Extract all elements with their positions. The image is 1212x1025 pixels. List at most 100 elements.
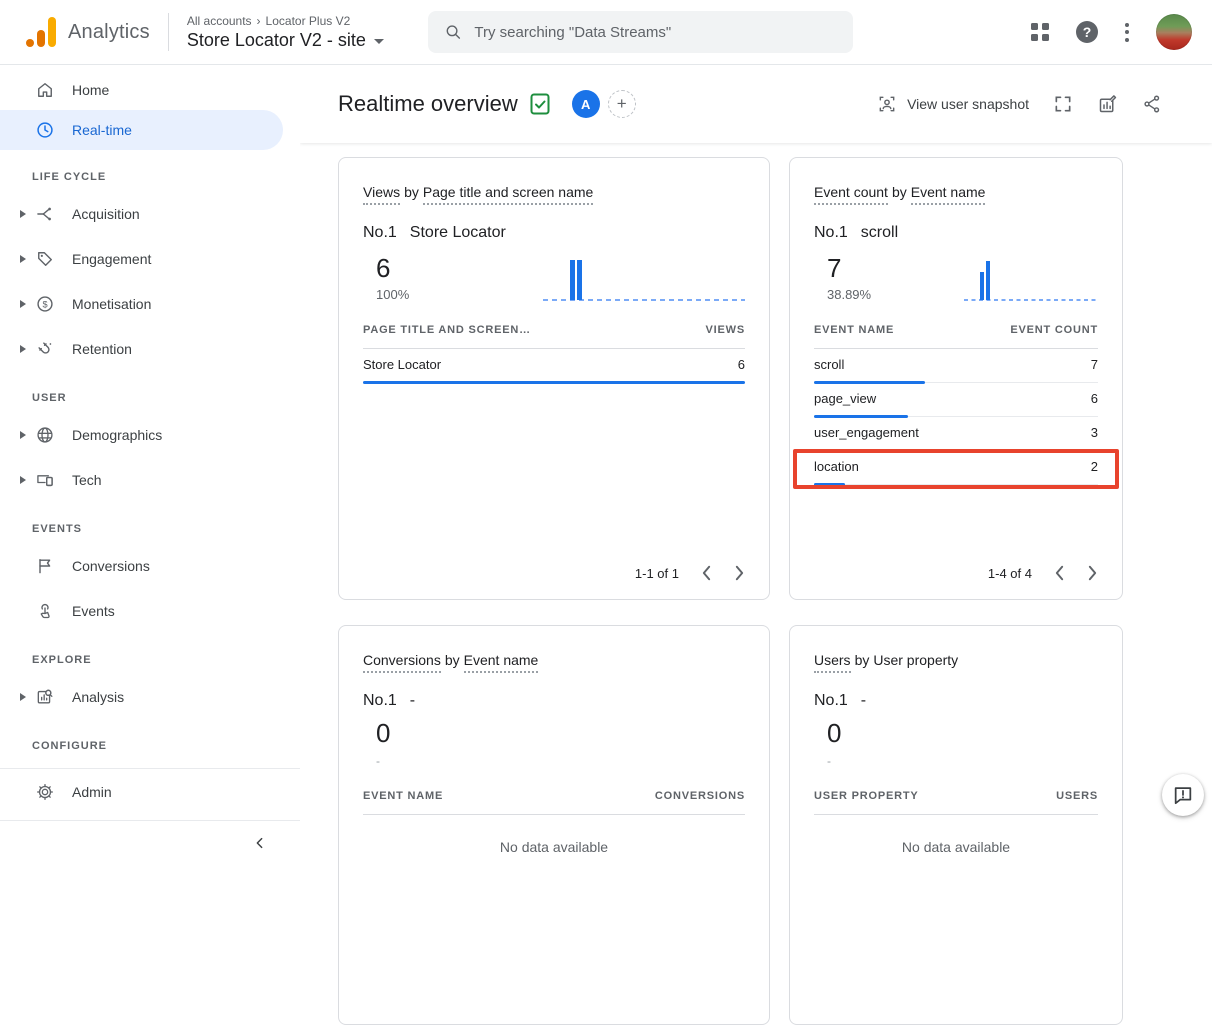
- avatar[interactable]: [1156, 14, 1192, 50]
- row-name: Store Locator: [363, 357, 441, 372]
- fullscreen-icon[interactable]: [1053, 94, 1073, 114]
- row-bar: [363, 381, 745, 384]
- metric-label[interactable]: Views: [363, 184, 400, 205]
- metric-label[interactable]: Event count: [814, 184, 888, 205]
- card-conversions: ConversionsbyEvent name No.1 - 0 - EVENT…: [338, 625, 770, 1025]
- sidebar-item-conversions[interactable]: Conversions: [0, 543, 300, 588]
- sparkline-chart: [543, 250, 745, 302]
- sidebar-item-admin[interactable]: Admin: [0, 769, 300, 814]
- sidebar-item-label: Home: [72, 82, 109, 98]
- property-name: Store Locator V2 - site: [187, 30, 366, 51]
- globe-icon: [34, 424, 56, 446]
- divider: [168, 13, 169, 51]
- share-icon[interactable]: [1142, 94, 1162, 114]
- rank-label: No.1: [814, 692, 848, 710]
- column-header-dimension: USER PROPERTY: [814, 790, 919, 802]
- sidebar-item-tech[interactable]: Tech: [0, 457, 300, 502]
- next-page-icon[interactable]: [734, 565, 745, 581]
- kebab-menu-icon[interactable]: [1125, 23, 1129, 42]
- sidebar-section-user: USER: [0, 371, 300, 412]
- dimension-label[interactable]: Event name: [464, 652, 539, 673]
- sidebar-item-retention[interactable]: Retention: [0, 326, 300, 371]
- analytics-logo-icon: [26, 17, 56, 47]
- breadcrumb-current[interactable]: Locator Plus V2: [266, 14, 351, 28]
- card-event-count: Event countbyEvent name No.1 scroll 7 38…: [789, 157, 1123, 600]
- metric-percent: -: [827, 754, 841, 768]
- sidebar-item-analysis[interactable]: Analysis: [0, 674, 300, 719]
- row-name: location: [814, 459, 859, 474]
- insights-icon[interactable]: [1097, 94, 1118, 115]
- sidebar-section-events: EVENTS: [0, 502, 300, 543]
- search-bar[interactable]: [428, 11, 853, 53]
- table-row[interactable]: Store Locator 6: [363, 349, 745, 383]
- empty-state: No data available: [814, 839, 1098, 855]
- apps-grid-icon[interactable]: [1031, 23, 1049, 41]
- sidebar-item-acquisition[interactable]: Acquisition: [0, 191, 300, 236]
- prev-page-icon[interactable]: [701, 565, 712, 581]
- table-row[interactable]: user_engagement 3: [814, 417, 1098, 451]
- dimension-label[interactable]: Event name: [911, 184, 986, 205]
- metric-value: 6: [376, 253, 409, 283]
- feedback-button[interactable]: [1162, 774, 1204, 816]
- top-entry: No.1 -: [814, 692, 1098, 710]
- user-snapshot-icon: [877, 94, 897, 114]
- product-name: Analytics: [68, 21, 150, 44]
- card-title: Event countbyEvent name: [814, 184, 1098, 200]
- row-value: 3: [1091, 425, 1098, 440]
- metric-value: 7: [827, 253, 871, 283]
- property-selector[interactable]: Store Locator V2 - site: [187, 30, 384, 51]
- breadcrumb-root[interactable]: All accounts: [187, 14, 252, 28]
- events-table: EVENT NAME EVENT COUNT scroll 7 page_vie…: [814, 324, 1098, 485]
- empty-state: No data available: [363, 839, 745, 855]
- expand-arrow-icon: [20, 300, 26, 308]
- account-breadcrumb-block: All accounts › Locator Plus V2 Store Loc…: [187, 14, 384, 51]
- table-row[interactable]: scroll 7: [814, 349, 1098, 383]
- title-connector: by: [445, 652, 460, 668]
- add-comparison-button[interactable]: +: [608, 90, 636, 118]
- dollar-icon: $: [34, 293, 56, 315]
- column-header-metric: EVENT COUNT: [1010, 324, 1098, 336]
- expand-arrow-icon: [20, 476, 26, 484]
- card-title: UsersbyUser property: [814, 652, 1098, 668]
- collapse-sidebar-icon[interactable]: [252, 835, 268, 851]
- top-entry: No.1 Store Locator: [363, 224, 745, 242]
- sidebar-item-demographics[interactable]: Demographics: [0, 412, 300, 457]
- sidebar-item-realtime[interactable]: Real-time: [0, 110, 283, 150]
- metric-percent: -: [376, 754, 390, 768]
- breadcrumb-separator-icon: ›: [257, 14, 261, 28]
- card-title: ConversionsbyEvent name: [363, 652, 745, 668]
- breadcrumb: All accounts › Locator Plus V2: [187, 14, 384, 28]
- next-page-icon[interactable]: [1087, 565, 1098, 581]
- view-user-snapshot-button[interactable]: View user snapshot: [877, 94, 1029, 114]
- sidebar-item-label: Conversions: [72, 558, 150, 574]
- column-header-dimension: EVENT NAME: [814, 324, 894, 336]
- users-table: USER PROPERTY USERS No data available: [814, 790, 1098, 855]
- green-check-doc-icon[interactable]: [530, 93, 550, 115]
- comparison-chip-a[interactable]: A: [572, 90, 600, 118]
- metric-label[interactable]: Users: [814, 652, 851, 673]
- sidebar-item-label: Real-time: [72, 122, 132, 138]
- metric-label[interactable]: Conversions: [363, 652, 441, 673]
- sidebar-item-engagement[interactable]: Engagement: [0, 236, 300, 281]
- sidebar-item-label: Admin: [72, 784, 112, 800]
- search-input[interactable]: [474, 24, 837, 41]
- sidebar-collapse-bar: [0, 820, 300, 864]
- sidebar-item-events[interactable]: Events: [0, 588, 300, 633]
- acquisition-icon: [34, 203, 56, 225]
- expand-arrow-icon: [20, 431, 26, 439]
- table-row[interactable]: page_view 6: [814, 383, 1098, 417]
- dimension-label[interactable]: Page title and screen name: [423, 184, 593, 205]
- sidebar-item-monetisation[interactable]: $ Monetisation: [0, 281, 300, 326]
- feedback-icon: [1172, 784, 1194, 806]
- help-icon[interactable]: ?: [1076, 21, 1098, 43]
- sidebar-item-home[interactable]: Home: [0, 70, 300, 110]
- rank-value: scroll: [861, 224, 898, 242]
- row-name: scroll: [814, 357, 844, 372]
- prev-page-icon[interactable]: [1054, 565, 1065, 581]
- pagination-label: 1-1 of 1: [635, 566, 679, 581]
- sidebar-item-label: Retention: [72, 341, 132, 357]
- table-row-highlighted[interactable]: location 2: [814, 451, 1098, 485]
- magnet-icon: [34, 338, 56, 360]
- page-title: Realtime overview: [338, 91, 518, 117]
- dimension-label: User property: [873, 652, 958, 668]
